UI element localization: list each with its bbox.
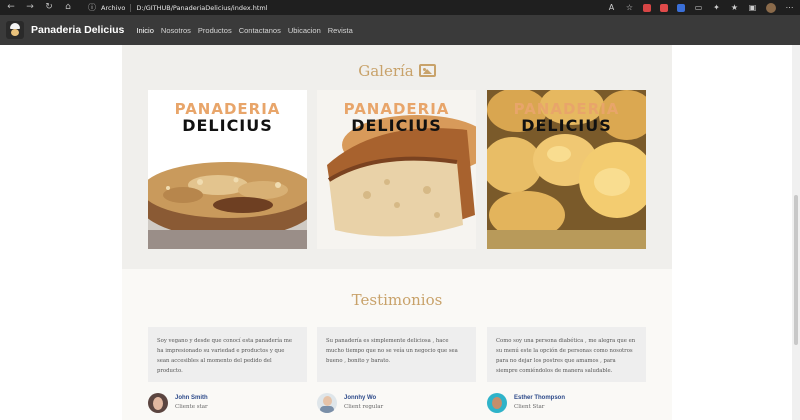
- address-bar[interactable]: ⓘ Archivo D:/GITHUB/PanaderiaDelicius/in…: [88, 2, 268, 13]
- reload-icon[interactable]: ↻: [44, 0, 54, 15]
- gallery-title: Galería: [122, 62, 672, 80]
- profile-avatar[interactable]: [766, 2, 776, 13]
- nav-item-productos[interactable]: Productos: [198, 26, 232, 35]
- gallery-card-pie[interactable]: PANADERIA DELICIUS: [148, 90, 307, 249]
- card-title-line2: DELICIUS: [521, 116, 612, 135]
- more-menu-icon[interactable]: ⋯: [785, 3, 794, 12]
- back-icon[interactable]: ←: [6, 0, 16, 15]
- gallery-title-text: Galería: [358, 62, 414, 80]
- testimonials-title: Testimonios: [351, 291, 443, 309]
- favorites-bar-icon[interactable]: ★: [730, 3, 739, 12]
- extensions-puzzle-icon[interactable]: ✦: [712, 3, 721, 12]
- card-title-line2: DELICIUS: [182, 116, 273, 135]
- info-icon[interactable]: ⓘ: [88, 2, 96, 13]
- nav-menu: Inicio Nosotros Productos Contactanos Ub…: [136, 26, 352, 35]
- gallery-section: Galería PANADERIA DELICIUS PANADERIA DEL…: [122, 45, 672, 269]
- browser-actions: A ☆ ▭ ✦ ★ ▣ ⋯: [607, 2, 794, 13]
- testimonial-text: Como soy una persona diabética , me aleg…: [496, 338, 636, 374]
- author-name[interactable]: Jonnhy Wo: [344, 394, 383, 403]
- extension-icon[interactable]: [677, 3, 685, 12]
- avatar: [487, 393, 507, 413]
- nav-item-revista[interactable]: Revista: [328, 26, 353, 35]
- author-role: Client regular: [344, 404, 384, 410]
- testimonials-section: Testimonios Soy vegano y desde que conoc…: [122, 269, 672, 420]
- favorite-icon[interactable]: ☆: [625, 3, 634, 12]
- avatar: [317, 393, 337, 413]
- page-scrollbar[interactable]: [792, 45, 800, 420]
- testimonial-author: Esther Thompson Client Star: [487, 392, 565, 414]
- extension-icon[interactable]: [660, 3, 668, 12]
- testimonial-quote: Soy vegano y desde que conocí esta panad…: [148, 327, 307, 382]
- author-name[interactable]: John Smith: [175, 394, 208, 403]
- nav-item-ubicacion[interactable]: Ubicacion: [288, 26, 321, 35]
- image-icon: [418, 64, 436, 77]
- gallery-card-rolls[interactable]: PANADERIA DELICIUS: [487, 90, 646, 249]
- chef-logo-icon[interactable]: [6, 21, 24, 39]
- brand-name[interactable]: Panaderia Delicius: [31, 24, 124, 36]
- collections-icon[interactable]: ▣: [748, 3, 757, 12]
- nav-item-inicio[interactable]: Inicio: [136, 26, 154, 35]
- testimonial-quote: Su panadería es simplemente deliciosa , …: [317, 327, 476, 382]
- testimonial-text: Su panadería es simplemente deliciosa , …: [326, 338, 458, 364]
- address-divider: [130, 3, 132, 12]
- forward-icon[interactable]: →: [25, 0, 35, 15]
- browser-toolbar: ← → ↻ ⌂ ⓘ Archivo D:/GITHUB/PanaderiaDel…: [0, 0, 800, 15]
- gallery-card-bread[interactable]: PANADERIA DELICIUS: [317, 90, 476, 249]
- scrollbar-thumb[interactable]: [794, 195, 798, 345]
- url-text[interactable]: D:/GITHUB/PanaderiaDelicius/index.html: [136, 4, 267, 12]
- author-role: Cliente star: [175, 404, 208, 410]
- testimonial-author: Jonnhy Wo Client regular: [317, 392, 383, 414]
- testimonial-text: Soy vegano y desde que conocí esta panad…: [157, 338, 292, 374]
- site-navbar: Panaderia Delicius Inicio Nosotros Produ…: [0, 15, 800, 45]
- testimonial-quote: Como soy una persona diabética , me aleg…: [487, 327, 646, 382]
- read-aloud-icon[interactable]: A: [607, 3, 616, 12]
- nav-item-contactanos[interactable]: Contactanos: [239, 26, 281, 35]
- extension-icon[interactable]: [643, 3, 651, 12]
- nav-item-nosotros[interactable]: Nosotros: [161, 26, 191, 35]
- avatar: [148, 393, 168, 413]
- author-role: Client Star: [514, 404, 545, 410]
- testimonial-author: John Smith Cliente star: [148, 392, 208, 414]
- card-title-line2: DELICIUS: [351, 116, 442, 135]
- scheme-label: Archivo: [101, 3, 126, 12]
- split-screen-icon[interactable]: ▭: [694, 3, 703, 12]
- author-name[interactable]: Esther Thompson: [514, 394, 565, 403]
- home-icon[interactable]: ⌂: [63, 0, 73, 15]
